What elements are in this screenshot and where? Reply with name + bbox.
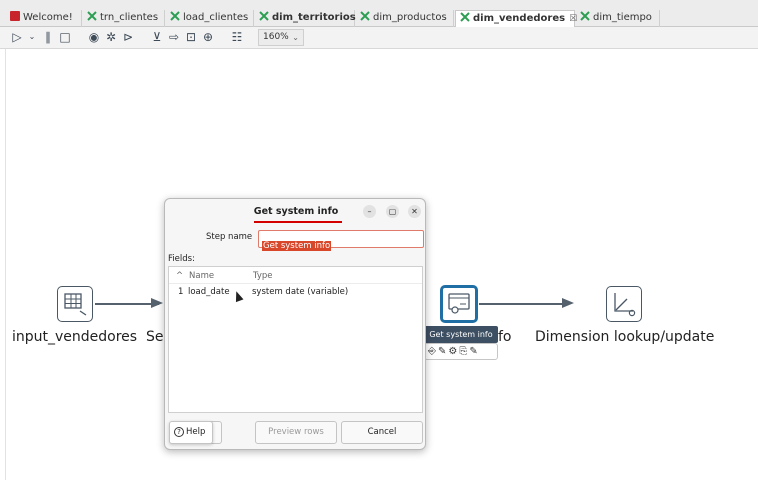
step-label-input-vendedores: input_vendedores (12, 329, 138, 345)
transformation-icon (460, 12, 470, 22)
welcome-icon (10, 11, 20, 21)
hop-line (95, 303, 159, 305)
tab-label: dim_vendedores (473, 13, 566, 24)
help-label: Help (186, 427, 206, 437)
fields-label: Fields: (168, 254, 195, 264)
dimension-lookup-icon (614, 293, 636, 317)
tab-label: trn_clientes (100, 12, 159, 23)
transformation-icon (259, 11, 269, 21)
header-separator (169, 283, 422, 284)
transformation-toolbar: ▷ ⌄ ∥ □ ◉ ✲ ⊳ ⊻ ⇨ ⊡ ⊕ ☷ 160% ⌄ (0, 27, 758, 49)
zoom-select[interactable]: 160% ⌄ (258, 29, 304, 46)
fields-table[interactable]: ^ Name Type 1 load_date system date (var… (168, 266, 423, 413)
preview-rows-button[interactable]: Preview rows (255, 421, 337, 444)
editor-tab-bar: Welcome! trn_clientes load_clientes dim_… (0, 0, 758, 27)
stop-icon[interactable]: □ (58, 30, 72, 44)
field-name-cell[interactable]: load_date (188, 287, 230, 297)
impact-icon[interactable]: ⇨ (167, 30, 181, 44)
debug-icon[interactable]: ✲ (104, 30, 118, 44)
table-input-step[interactable] (57, 286, 93, 322)
explore-db-icon[interactable]: ⊕ (201, 30, 215, 44)
step-name-input[interactable]: Get system info (258, 230, 424, 251)
cancel-button[interactable]: Cancel (341, 421, 423, 444)
tab-label: dim_tiempo (593, 12, 652, 23)
zoom-value: 160% (263, 32, 289, 42)
hop-arrow (151, 298, 163, 308)
dropdown-icon[interactable]: ⌄ (25, 30, 39, 44)
table-input-icon (64, 293, 87, 316)
transformation-icon (360, 11, 370, 21)
tab-dim-territorios[interactable]: dim_territorios (255, 10, 356, 27)
maximize-icon[interactable]: ▢ (386, 205, 399, 218)
step-name-value: Get system info (262, 241, 332, 251)
hop-line (479, 303, 567, 305)
tab-welcome[interactable]: Welcome! (6, 10, 82, 27)
tab-dim-productos[interactable]: dim_productos (356, 10, 454, 27)
field-type-cell[interactable]: system date (variable) (252, 287, 348, 297)
verify-icon[interactable]: ⊻ (150, 30, 164, 44)
get-system-info-step[interactable] (440, 285, 478, 323)
minimize-icon[interactable]: – (363, 205, 376, 218)
column-header-name[interactable]: Name (189, 271, 214, 281)
system-info-icon (448, 293, 470, 314)
dimension-lookup-step[interactable] (606, 286, 642, 322)
tab-dim-tiempo[interactable]: dim_tiempo (576, 10, 660, 27)
step-tooltip: Get system info (424, 326, 498, 343)
preview-icon[interactable]: ◉ (87, 30, 101, 44)
tab-label: load_clientes (183, 12, 249, 23)
tab-label: dim_productos (373, 12, 447, 23)
transformation-icon (170, 11, 180, 21)
step-label-get-system-info: fo (498, 329, 512, 345)
sort-icon[interactable]: ^ (176, 271, 183, 281)
get-system-info-dialog: Get system info – ▢ ✕ Step name Get syst… (164, 198, 426, 450)
canvas-left-border (5, 49, 6, 480)
tab-load-clientes[interactable]: load_clientes (166, 10, 254, 27)
transformation-icon (87, 11, 97, 21)
hop-arrow (562, 298, 574, 308)
replay-icon[interactable]: ⊳ (121, 30, 135, 44)
row-number: 1 (178, 287, 184, 297)
step-label-dimension-lookup: Dimension lookup/update (535, 329, 715, 345)
tab-trn-clientes[interactable]: trn_clientes (83, 10, 165, 27)
title-underline (254, 221, 342, 223)
sql-icon[interactable]: ⊡ (184, 30, 198, 44)
column-header-type[interactable]: Type (253, 271, 273, 281)
help-icon: ? (174, 427, 184, 437)
tab-label: dim_territorios (272, 12, 356, 23)
close-icon[interactable]: ✕ (408, 205, 421, 218)
step-label-partial: Se (146, 329, 164, 345)
tab-label: Welcome! (23, 12, 73, 23)
tab-dim-vendedores[interactable]: dim_vendedores ☒ (455, 10, 577, 27)
pause-icon[interactable]: ∥ (41, 30, 55, 44)
help-button[interactable]: ? Help (169, 421, 213, 444)
run-icon[interactable]: ▷ (10, 30, 24, 44)
transformation-icon (580, 11, 590, 21)
align-icon[interactable]: ☷ (230, 30, 244, 44)
chevron-down-icon: ⌄ (292, 33, 299, 42)
step-name-label: Step name (206, 232, 253, 242)
step-mini-toolbar[interactable]: ⎆✎⚙⎘✎ (424, 343, 498, 360)
